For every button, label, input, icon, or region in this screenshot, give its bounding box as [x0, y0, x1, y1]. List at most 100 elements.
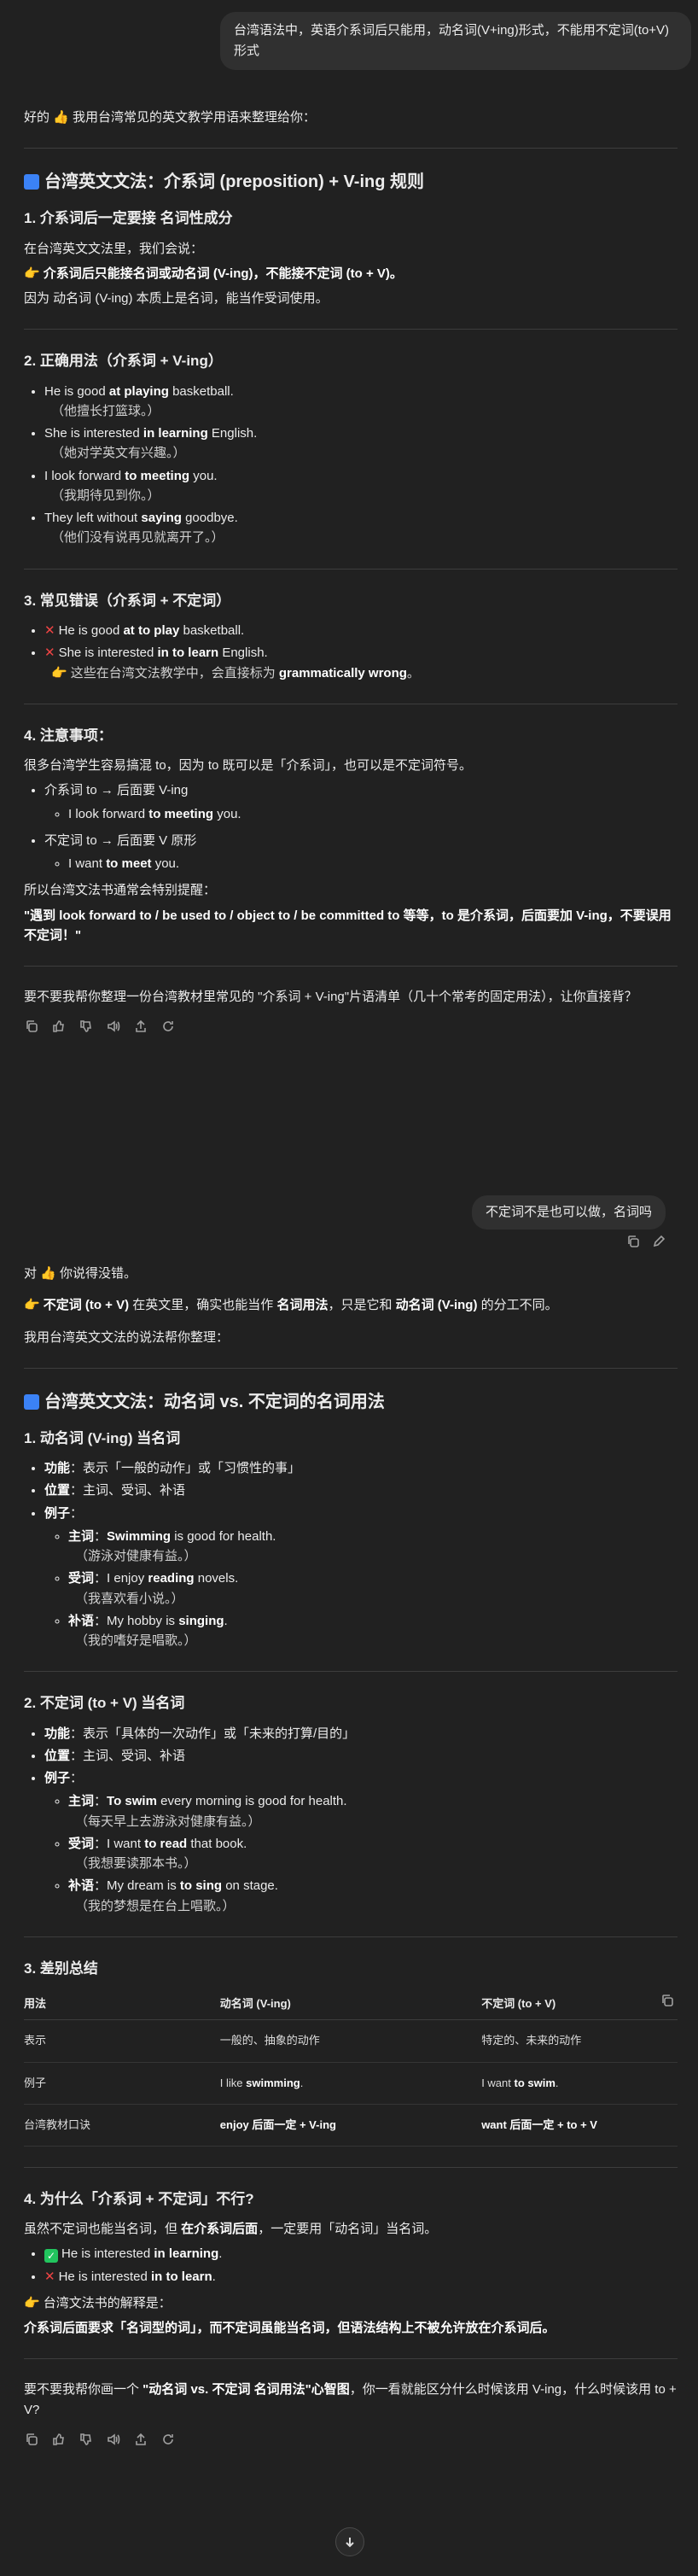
book-icon — [24, 1393, 39, 1410]
heading-1: 1. 介系词后一定要接 名词性成分 — [24, 210, 233, 227]
list-item: I want to meet you. — [68, 854, 678, 873]
table-row: 台湾教材口诀 enjoy 后面一定 + V-ing want 后面一定 + to… — [24, 2104, 678, 2147]
divider — [24, 1367, 678, 1369]
table-cell: 表示 — [24, 2019, 220, 2063]
divider — [24, 148, 678, 149]
table-row: 表示 一般的、抽象的动作 特定的、未来的动作 — [24, 2019, 678, 2063]
list-item: 功能：表示「具体的一次动作」或「未来的打算/目的」 — [44, 1724, 678, 1744]
heading-2: 2. 正确用法（介系词 + V-ing） — [24, 353, 223, 370]
list-item: 主词：Swimming is good for health.（游泳对健康有益。… — [68, 1527, 678, 1567]
list-item: 例子： 主词：To swim every morning is good for… — [44, 1768, 678, 1916]
text: 对 👍 你说得没错。 — [24, 1266, 137, 1281]
pointing-hand-icon: 👉 — [24, 2295, 40, 2310]
table-cell: I like swimming. — [219, 2062, 482, 2105]
edit-pencil-icon[interactable] — [652, 1235, 666, 1254]
heading-1: 1. 动名词 (V-ing) 当名词 — [24, 1429, 181, 1446]
table-cell: 例子 — [24, 2062, 220, 2105]
divider — [24, 1671, 678, 1673]
list-item: 位置：主词、受词、补语 — [44, 1746, 678, 1766]
text: 很多台湾学生容易搞混 to，因为 to 既可以是「介系词」，也可以是不定词符号。 — [24, 758, 473, 774]
user-message-1: 台湾语法中，英语介系词后只能用，动名词(V+ing)形式，不能用不定词(to+V… — [220, 12, 691, 70]
list-item: ✓He is interested in learning. — [44, 2244, 678, 2263]
copy-icon[interactable] — [24, 1019, 39, 1034]
user-message-2: 不定词不是也可以做，名词吗 — [472, 1195, 666, 1230]
thumbs-down-icon[interactable] — [79, 2432, 94, 2447]
pointing-hand-icon: 👉 — [24, 266, 40, 281]
list-item: 位置：主词、受词、补语 — [44, 1481, 678, 1500]
section-title: 台湾英文文法：动名词 vs. 不定词的名词用法 — [24, 1389, 678, 1416]
text: 虽然不定词也能当名词，但 在介系词后面，一定要用「动名词」当名词。 — [24, 2222, 438, 2237]
text: 因为 动名词 (V-ing) 本质上是名词，能当作受词使用。 — [24, 291, 329, 307]
list-item: ✕He is interested in to learn. — [44, 2267, 678, 2287]
heading-4: 4. 为什么「介系词 + 不定词」不行? — [24, 2190, 254, 2207]
table-cell: 特定的、未来的动作 — [481, 2019, 678, 2063]
thumbs-up-icon[interactable] — [51, 2432, 67, 2447]
errors-list: ✕He is good at to play basketball. ✕She … — [24, 621, 678, 683]
pointing-hand-icon: 👉 — [24, 1298, 40, 1313]
table-cell: enjoy 后面一定 + V-ing — [219, 2104, 482, 2147]
list-item: 介系词 to → 后面要 V-ing I look forward to mee… — [44, 780, 678, 824]
text: 在台湾英文文法里，我们会说： — [24, 241, 204, 256]
speaker-icon[interactable] — [106, 2432, 121, 2447]
thumbs-up-icon[interactable] — [51, 1019, 67, 1034]
thumbs-down-icon[interactable] — [79, 1019, 94, 1034]
table-cell: 台湾教材口诀 — [24, 2104, 220, 2147]
speaker-icon[interactable] — [106, 1019, 121, 1034]
notes-list: 介系词 to → 后面要 V-ing I look forward to mee… — [24, 780, 678, 873]
list-item: 例子： 主词：Swimming is good for health.（游泳对健… — [44, 1504, 678, 1651]
table-cell: I want to swim. — [481, 2062, 678, 2105]
text: 介系词后面要求「名词型的词」，而不定词虽能当名词，但语法结构上不被允许放在介系词… — [24, 2321, 555, 2336]
list-item: ✕She is interested in to learn English. … — [44, 643, 678, 683]
correct-usage-list: He is good at playing basketball.（他擅长打篮球… — [24, 382, 678, 548]
list-item: 主词：To swim every morning is good for hea… — [68, 1791, 678, 1831]
section-title: 台湾英文文法：介系词 (preposition) + V-ing 规则 — [24, 169, 678, 196]
list-item: He is good at playing basketball.（他擅长打篮球… — [44, 382, 678, 422]
heading-3: 3. 常见错误（介系词 + 不定词） — [24, 592, 231, 609]
list-item: 补语：My dream is to sing on stage.（我的梦想是在台… — [68, 1876, 678, 1916]
divider — [24, 2166, 678, 2168]
list-item: 受词：I enjoy reading novels.（我喜欢看小说。） — [68, 1568, 678, 1609]
table-cell: 一般的、抽象的动作 — [219, 2019, 482, 2063]
list-item: She is interested in learning English.（她… — [44, 423, 678, 464]
list-item: 功能：表示「一般的动作」或「习惯性的事」 — [44, 1458, 678, 1478]
divider — [24, 568, 678, 570]
user-message-actions — [626, 1235, 666, 1254]
share-icon[interactable] — [133, 2432, 148, 2447]
note: 👉 这些在台湾文法教学中，会直接标为 grammatically wrong。 — [51, 665, 420, 681]
list-item: 补语：My hobby is singing.（我的嗜好是唱歌。） — [68, 1611, 678, 1651]
text: 👉 台湾文法书的解释是： — [24, 2295, 172, 2310]
scroll-down-button[interactable] — [335, 2527, 364, 2556]
table-header: 不定词 (to + V) — [481, 1989, 678, 2021]
copy-icon[interactable] — [24, 2432, 39, 2447]
list-item: 不定词 to → 后面要 V 原形 I want to meet you. — [44, 831, 678, 874]
divider — [24, 1936, 678, 1937]
message-actions — [24, 2432, 678, 2447]
text: 所以台湾文法书通常会特别提醒： — [24, 883, 217, 898]
table-header: 用法 — [24, 1989, 220, 2021]
heading-4: 4. 注意事项： — [24, 727, 113, 744]
cross-icon: ✕ — [44, 645, 55, 661]
assistant-message-2: 对 👍 你说得没错。 👉 不定词 (to + V) 在英文里，确实也能当作 名词用… — [24, 1264, 678, 2447]
gerund-list: 功能：表示「一般的动作」或「习惯性的事」 位置：主词、受词、补语 例子： 主词：… — [24, 1458, 678, 1650]
arrow-down-icon — [346, 2538, 354, 2548]
table-header-row: 用法 动名词 (V-ing) 不定词 (to + V) — [24, 1989, 678, 2021]
regenerate-icon[interactable] — [160, 2432, 176, 2447]
check-icon: ✓ — [44, 2249, 58, 2263]
list-item: 受词：I want to read that book.（我想要读那本书。） — [68, 1834, 678, 1874]
list-item: ✕He is good at to play basketball. — [44, 621, 678, 640]
share-icon[interactable] — [133, 1019, 148, 1034]
heading-3: 3. 差别总结 — [24, 1960, 98, 1977]
copy-icon[interactable] — [626, 1235, 640, 1254]
regenerate-icon[interactable] — [160, 1019, 176, 1034]
table-cell: want 后面一定 + to + V — [481, 2104, 678, 2147]
copy-table-icon[interactable] — [660, 1994, 674, 2013]
divider — [24, 329, 678, 330]
list-item: I look forward to meeting you.（我期待见到你。） — [44, 466, 678, 506]
cross-icon: ✕ — [44, 2269, 55, 2284]
list-item: I look forward to meeting you. — [68, 804, 678, 824]
summary-table: 用法 动名词 (V-ing) 不定词 (to + V) 表示 一般的、抽象的动作… — [24, 1989, 678, 2147]
infinitive-list: 功能：表示「具体的一次动作」或「未来的打算/目的」 位置：主词、受词、补语 例子… — [24, 1724, 678, 1916]
cross-icon: ✕ — [44, 623, 55, 639]
assistant-message-1: 好的 👍 我用台湾常见的英文教学用语来整理给你： 台湾英文文法：介系词 (pre… — [24, 108, 678, 1034]
book-icon — [24, 174, 39, 190]
